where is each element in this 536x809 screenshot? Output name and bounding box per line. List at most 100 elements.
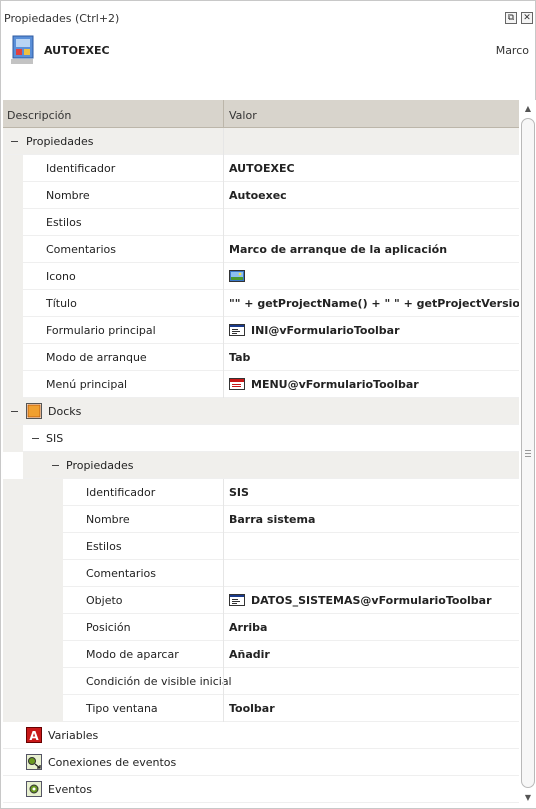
group-variables[interactable]: A Variables (3, 722, 519, 749)
property-name: Nombre (46, 189, 90, 202)
object-type: Marco (495, 44, 529, 57)
property-value[interactable]: Barra sistema (229, 506, 315, 533)
scroll-thumb[interactable] (521, 118, 535, 788)
collapse-icon[interactable] (11, 411, 18, 412)
row-separator (223, 209, 224, 236)
property-value[interactable]: INI@vFormularioToolbar (229, 317, 400, 344)
group-docks[interactable]: Docks (3, 398, 519, 425)
property-value-text: Toolbar (229, 702, 275, 715)
property-value-text: Autoexec (229, 189, 287, 202)
row-separator (223, 344, 224, 371)
property-value-text: Marco de arranque de la aplicación (229, 243, 448, 256)
collapse-icon[interactable] (32, 438, 39, 439)
property-row[interactable]: Menú principal MENU@vFormularioToolbar (3, 371, 519, 398)
property-value-text: Tab (229, 351, 251, 364)
column-description[interactable]: Descripción (7, 109, 71, 122)
indent (3, 641, 63, 668)
scroll-up-icon[interactable]: ▲ (522, 103, 534, 115)
property-row[interactable]: Posición Arriba (3, 614, 519, 641)
property-name: Tipo ventana (86, 702, 158, 715)
property-value[interactable]: "" + getProjectName() + " " + getProject… (229, 290, 519, 317)
svg-text:A: A (29, 729, 39, 743)
dock-sis[interactable]: SIS (3, 425, 519, 452)
grid-header: Descripción Valor (3, 100, 519, 128)
property-value[interactable]: Arriba (229, 614, 267, 641)
indent (3, 290, 23, 317)
group-label: Conexiones de eventos (48, 756, 177, 769)
property-row[interactable]: Tipo ventana Toolbar (3, 695, 519, 722)
group-propiedades[interactable]: Propiedades (3, 128, 519, 155)
column-value[interactable]: Valor (229, 109, 257, 122)
property-name: Comentarios (86, 567, 156, 580)
property-row[interactable]: Estilos (3, 533, 519, 560)
form-icon (229, 324, 245, 336)
property-value[interactable] (229, 263, 251, 290)
row-separator (223, 155, 224, 182)
property-value[interactable]: AUTOEXEC (229, 155, 295, 182)
indent (3, 479, 63, 506)
property-row[interactable]: Objeto DATOS_SISTEMAS@vFormularioToolbar (3, 587, 519, 614)
property-row[interactable]: Icono (3, 263, 519, 290)
property-row[interactable]: Título "" + getProjectName() + " " + getP… (3, 290, 519, 317)
vertical-scrollbar[interactable]: ▲ ▼ (519, 100, 536, 808)
property-value[interactable]: Autoexec (229, 182, 287, 209)
property-row[interactable]: Modo de arranque Tab (3, 344, 519, 371)
form-frame-icon (11, 35, 34, 64)
indent (3, 506, 63, 533)
group-eventos[interactable]: Eventos (3, 776, 519, 803)
indent (3, 614, 63, 641)
property-name: Comentarios (46, 243, 116, 256)
property-row[interactable]: Identificador AUTOEXEC (3, 155, 519, 182)
events-gear-icon (26, 781, 42, 797)
property-value-text: INI@vFormularioToolbar (251, 324, 400, 337)
property-value[interactable]: Toolbar (229, 695, 275, 722)
property-value[interactable]: MENU@vFormularioToolbar (229, 371, 419, 398)
property-row[interactable]: Formulario principal INI@vFormularioToolb… (3, 317, 519, 344)
close-icon[interactable]: ✕ (521, 12, 533, 24)
indent (3, 209, 23, 236)
property-value[interactable]: Tab (229, 344, 250, 371)
image-icon (229, 270, 245, 282)
property-value[interactable]: SIS (229, 479, 249, 506)
indent (3, 425, 23, 452)
row-separator (223, 479, 224, 506)
property-row[interactable]: Condición de visible inicial (3, 668, 519, 695)
property-name: Identificador (86, 486, 156, 499)
group-label: Eventos (48, 783, 92, 796)
collapse-icon[interactable] (52, 465, 59, 466)
indent (3, 371, 23, 398)
property-row[interactable]: Identificador SIS (3, 479, 519, 506)
group-sis-propiedades[interactable]: Propiedades (3, 452, 519, 479)
property-value-text: DATOS_SISTEMAS@vFormularioToolbar (251, 594, 492, 607)
property-name: Condición de visible inicial (86, 675, 232, 688)
property-value-text: Barra sistema (229, 513, 316, 526)
property-row[interactable]: Estilos (3, 209, 519, 236)
property-value-text: MENU@vFormularioToolbar (251, 378, 419, 391)
row-separator (223, 506, 224, 533)
row-separator (223, 668, 224, 695)
property-row[interactable]: Nombre Autoexec (3, 182, 519, 209)
collapse-icon[interactable] (11, 141, 18, 142)
menu-icon (229, 378, 245, 390)
property-name: Objeto (86, 594, 123, 607)
property-name: Formulario principal (46, 324, 156, 337)
property-row[interactable]: Comentarios (3, 560, 519, 587)
property-row[interactable]: Nombre Barra sistema (3, 506, 519, 533)
scroll-down-icon[interactable]: ▼ (522, 792, 534, 804)
property-name: Identificador (46, 162, 116, 175)
property-row[interactable]: Modo de aparcar Añadir (3, 641, 519, 668)
column-separator[interactable] (223, 100, 224, 128)
property-value[interactable]: Marco de arranque de la aplicación (229, 236, 447, 263)
restore-icon[interactable]: ⧉ (505, 12, 517, 24)
property-value[interactable]: DATOS_SISTEMAS@vFormularioToolbar (229, 587, 492, 614)
group-label: Propiedades (26, 135, 94, 148)
grip-line (525, 456, 531, 457)
group-conexiones[interactable]: Conexiones de eventos (3, 749, 519, 776)
object-name: AUTOEXEC (44, 44, 110, 57)
grip-line (525, 453, 531, 454)
property-name: Modo de aparcar (86, 648, 179, 661)
property-row[interactable]: Comentarios Marco de arranque de la aplic… (3, 236, 519, 263)
row-separator (223, 560, 224, 587)
grip-line (525, 450, 531, 451)
property-value[interactable]: Añadir (229, 641, 270, 668)
